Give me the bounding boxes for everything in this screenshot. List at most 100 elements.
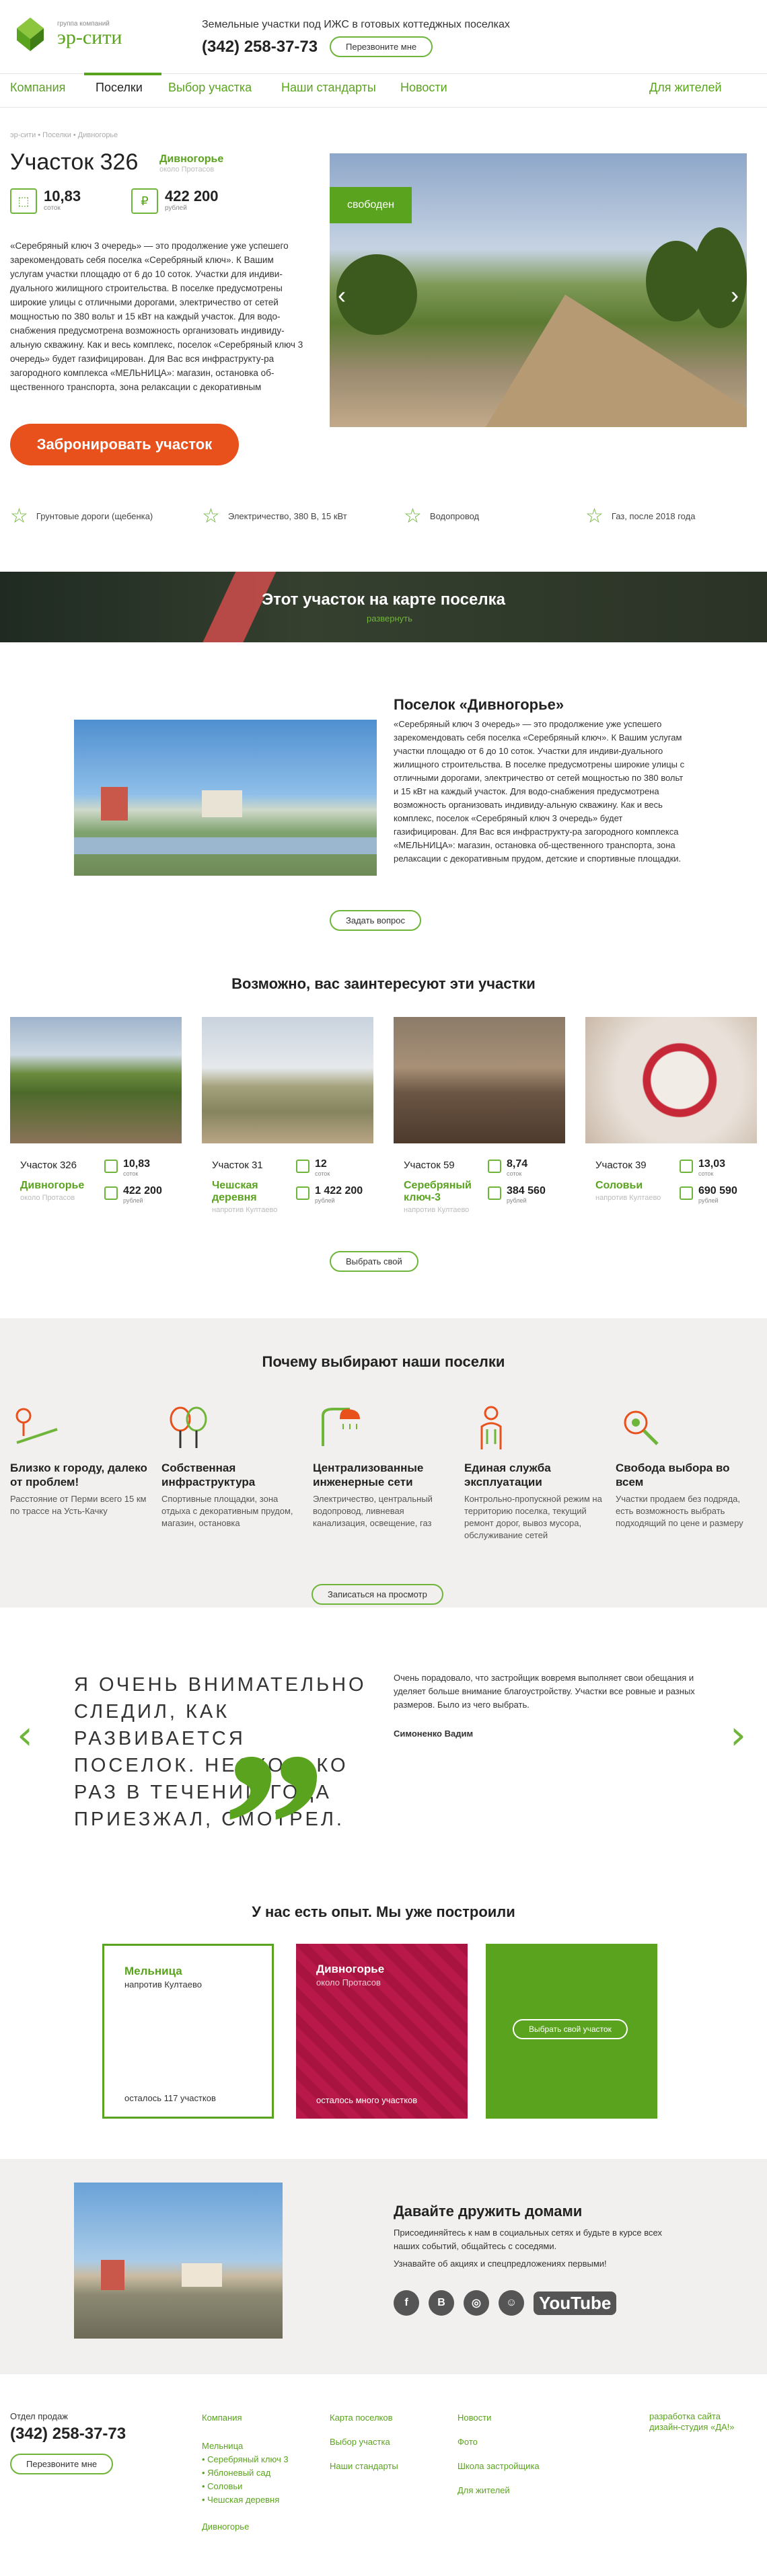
vk-icon[interactable]: B	[429, 2290, 454, 2316]
photo-prev-icon[interactable]: ‹	[338, 281, 346, 309]
plot-card-name: Участок 326	[20, 1160, 77, 1171]
footer-link[interactable]: Мельница	[202, 2439, 289, 2453]
footer-link[interactable]: Фото	[458, 2435, 540, 2449]
photo-house	[202, 790, 242, 817]
header-tagline: Земельные участки под ИЖС в готовых котт…	[202, 19, 510, 30]
plot-location[interactable]: Дивногорье	[159, 153, 223, 165]
choose-settlement-card[interactable]: Выбрать свой участок	[486, 1944, 657, 2119]
youtube-icon[interactable]: YouTube	[534, 2291, 617, 2315]
footer-link[interactable]: Наши стандарты	[330, 2460, 398, 2473]
odnoklassniki-icon[interactable]: ☺	[499, 2290, 524, 2316]
footer-link[interactable]: Компания	[202, 2411, 289, 2425]
footer-col-news: Новости Фото Школа застройщика Для жител…	[458, 2411, 540, 2501]
plot-card[interactable]: Участок 31 Чешская деревня напротив Култа…	[202, 1017, 373, 1214]
footer-link[interactable]: Для жителей	[458, 2484, 540, 2497]
why-item-desc: Спортивные площадки, зона отдыха с декор…	[161, 1494, 293, 1528]
settlement-card-name: Дивногорье	[316, 1963, 385, 1975]
nav-item-standards[interactable]: Наши стандарты	[281, 81, 376, 95]
footer-callback-button[interactable]: Перезвоните мне	[10, 2454, 114, 2474]
footer-link[interactable]: • Яблоневый сад	[202, 2466, 289, 2480]
instagram-icon[interactable]: ◎	[464, 2290, 489, 2316]
ask-question-button[interactable]: Задать вопрос	[330, 910, 421, 931]
settlement-section: Поселок «Дивногорье» «Серебряный ключ 3 …	[0, 642, 767, 975]
plot-card[interactable]: Участок 326 Дивногорье около Протасов 10,…	[10, 1017, 182, 1204]
footer-studio[interactable]: разработка сайта дизайн-студия «ДА!»	[649, 2411, 735, 2437]
price-icon	[680, 1186, 693, 1200]
chevron-left-icon[interactable]: ‹	[17, 1712, 33, 1759]
breadcrumb[interactable]: эр-сити • Поселки • Дивногорье	[10, 131, 118, 139]
footer-link[interactable]: Карта поселков	[330, 2411, 398, 2425]
map-banner[interactable]: Этот участок на карте поселка развернуть	[0, 572, 767, 642]
related-section: Возможно, вас заинтересуют эти участки У…	[0, 975, 767, 1318]
settlement-card[interactable]: Мельница напротив Култаево осталось 117 …	[102, 1944, 274, 2119]
plot-card[interactable]: Участок 59 Серебряный ключ-3 напротив Кул…	[394, 1017, 565, 1214]
plot-card[interactable]: Участок 39 Соловьи напротив Култаево 13,0…	[585, 1017, 757, 1204]
plot-card-area-unit: соток	[507, 1170, 522, 1177]
footer-link[interactable]: Новости	[458, 2411, 540, 2425]
facebook-icon[interactable]: f	[394, 2290, 419, 2316]
footer-link[interactable]: • Чешская деревня	[202, 2493, 289, 2507]
star-icon: ☆	[202, 505, 220, 527]
plot-card-location-sub: напротив Култаево	[404, 1206, 470, 1214]
plot-card-price-unit: рублей	[698, 1197, 719, 1204]
area-icon	[104, 1160, 118, 1173]
plot-description: «Серебряный ключ 3 очередь» — это продол…	[10, 241, 303, 392]
plot-location-sub: около Протасов	[159, 165, 215, 174]
choose-plot-button[interactable]: Выбрать свой	[330, 1251, 418, 1272]
footer-link[interactable]: • Серебряный ключ 3	[202, 2453, 289, 2466]
plot-card-photo	[585, 1017, 757, 1143]
shower-icon	[313, 1402, 367, 1453]
plot-card-area: 13,03	[698, 1158, 726, 1170]
nav-item-news[interactable]: Новости	[400, 81, 447, 95]
plot-card-location-sub: напротив Култаево	[595, 1194, 661, 1202]
nav-item-company[interactable]: Компания	[10, 81, 65, 95]
settlement-text: «Серебряный ключ 3 очередь» — это продол…	[394, 719, 685, 864]
logo[interactable]: группа компаний эр-сити	[10, 13, 122, 54]
related-title: Возможно, вас заинтересуют эти участки	[231, 975, 536, 992]
footer-col-map: Карта поселков Выбор участка Наши станда…	[330, 2411, 398, 2477]
plot-card-price-unit: рублей	[315, 1197, 335, 1204]
choose-own-plot-button[interactable]: Выбрать свой участок	[513, 2019, 628, 2039]
footer-link[interactable]: Дивногорье	[202, 2520, 289, 2534]
settlement-card[interactable]: Дивногорье около Протасов осталось много…	[296, 1944, 468, 2119]
plot-card-price-unit: рублей	[123, 1197, 143, 1204]
map-expand-link[interactable]: развернуть	[367, 613, 412, 623]
settlement-title: Поселок «Дивногорье»	[394, 696, 564, 713]
header-phone[interactable]: (342) 258-37-73	[202, 38, 318, 56]
why-item: Единая служба эксплуатации Контрольно-пр…	[464, 1402, 609, 1542]
footer-phone[interactable]: (342) 258-37-73	[10, 2425, 126, 2444]
why-item-title: Близко к городу, далеко от проблем!	[10, 1462, 147, 1488]
nav-item-residents[interactable]: Для жителей	[649, 81, 722, 95]
signup-viewing-button[interactable]: Записаться на просмотр	[312, 1584, 443, 1605]
social-text: Присоединяйтесь к нам в социальных сетях…	[394, 2228, 662, 2251]
photo-house	[101, 2260, 124, 2290]
area-icon	[488, 1160, 501, 1173]
photo-house	[101, 787, 128, 821]
feature-roads: ☆ Грунтовые дороги (щебенка)	[10, 504, 153, 528]
plot-card-location-sub: напротив Култаево	[212, 1206, 278, 1214]
footer-link[interactable]: Выбор участка	[330, 2435, 398, 2449]
footer-col-company: Компания Мельница • Серебряный ключ 3 • …	[202, 2411, 289, 2538]
feature-label: Водопровод	[429, 511, 480, 521]
plot-photo: свободен ‹ ›	[330, 153, 747, 427]
star-icon: ☆	[10, 505, 28, 527]
footer-link[interactable]: • Соловьи	[202, 2480, 289, 2493]
chevron-right-icon[interactable]: ›	[730, 1712, 746, 1759]
price-icon: ₽	[131, 188, 158, 214]
footer-link[interactable]: Школа застройщика	[458, 2460, 540, 2473]
callback-button[interactable]: Перезвоните мне	[330, 36, 433, 57]
area-icon	[680, 1160, 693, 1173]
why-section: Почему выбирают наши поселки Близко к го…	[0, 1318, 767, 1607]
testimonial-text: Очень порадовало, что застройщик вовремя…	[394, 1673, 695, 1710]
nav-item-settlements[interactable]: Поселки	[96, 81, 143, 95]
header: группа компаний эр-сити Земельные участк…	[0, 0, 767, 74]
price-icon	[104, 1186, 118, 1200]
book-plot-button[interactable]: Забронировать участок	[10, 424, 239, 465]
worker-icon	[464, 1402, 518, 1453]
plot-card-location: Серебряный ключ-3	[404, 1180, 472, 1203]
photo-next-icon[interactable]: ›	[731, 281, 739, 309]
testimonial-section: ‹ › Я очень внимательно следил, как разв…	[0, 1641, 767, 1930]
nav-item-plot-choice[interactable]: Выбор участка	[168, 81, 252, 95]
main-nav: Компания Поселки Выбор участка Наши стан…	[0, 73, 767, 108]
settlement-card-count: осталось много участков	[316, 2095, 418, 2105]
